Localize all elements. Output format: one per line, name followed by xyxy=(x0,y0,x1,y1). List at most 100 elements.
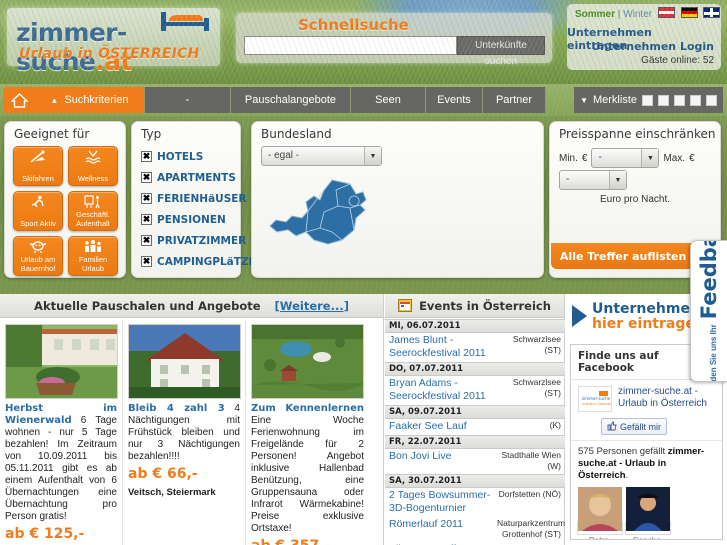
merkliste-slot[interactable] xyxy=(642,94,653,106)
price-max-select[interactable]: - ▼ xyxy=(559,170,627,190)
quick-search-input[interactable] xyxy=(244,36,457,55)
facebook-like-button[interactable]: Gefällt mir xyxy=(601,418,667,435)
tile-familien-urlaub[interactable]: Familien Urlaub xyxy=(68,236,118,276)
chevron-down-icon: ▼ xyxy=(364,147,381,165)
checkbox-checked-icon[interactable]: ✖ xyxy=(141,151,152,162)
nav-item-suchkriterien[interactable]: ▲ Suchkriterien xyxy=(35,87,145,113)
flag-at-icon[interactable] xyxy=(657,7,675,18)
event-row[interactable]: Faaker See Lauf (K) xyxy=(385,419,565,435)
checkbox-checked-icon[interactable]: ✖ xyxy=(141,172,152,183)
site-logo[interactable]: zimmer-suche.at Urlaub in ÖSTERREICH xyxy=(7,8,220,76)
facebook-face[interactable]: Petra xyxy=(577,487,623,539)
facebook-face[interactable]: Sascha xyxy=(625,487,671,539)
nav-item-seen[interactable]: Seen xyxy=(351,87,426,113)
merkliste-button[interactable]: ▼ Merkliste xyxy=(574,87,723,113)
season-summer-link[interactable]: Sommer xyxy=(575,9,615,20)
offer-card[interactable]: Bleib 4 zahl 3 4 Nächtigungen mit Frühst… xyxy=(123,319,246,545)
like-count-suffix: . xyxy=(625,470,629,481)
quick-search-button[interactable]: Unterkünfte suchen xyxy=(457,36,545,67)
season-winter-link[interactable]: Winter xyxy=(623,9,652,20)
tile-wellness[interactable]: Wellness xyxy=(68,146,118,186)
nav-label-seen: Seen xyxy=(375,94,401,106)
typ-label: PRIVATZIMMER xyxy=(157,234,247,247)
checkbox-checked-icon[interactable]: ✖ xyxy=(141,214,152,225)
checkbox-checked-icon[interactable]: ✖ xyxy=(141,235,152,246)
offer-location: Veitsch, Steiermark xyxy=(128,487,216,498)
flag-de-icon[interactable] xyxy=(680,7,698,18)
thumbs-up-icon xyxy=(607,421,617,433)
price-min-currency: € xyxy=(581,152,588,164)
price-min-max-row: Min. € - ▼ Max. € xyxy=(559,148,695,168)
nav-item-dash[interactable]: - xyxy=(145,87,231,113)
event-row[interactable]: Bryan Adams - Seerockfestival 2011 Schwa… xyxy=(385,376,565,405)
tile-skifahren[interactable]: Skifahren xyxy=(13,146,63,186)
merkliste-slot[interactable] xyxy=(706,94,717,106)
typ-option-apartments[interactable]: ✖ APARTMENTS xyxy=(141,167,256,188)
merkliste-slot[interactable] xyxy=(690,94,701,106)
panel-typ: Typ ✖ HOTELS ✖ APARTMENTS ✖ FERIENHäUSER… xyxy=(131,121,256,278)
event-row[interactable]: 2 Tages Bowsummer-3D-Bogenturnier Dorfst… xyxy=(385,488,565,517)
main-navigation: ▲ Suchkriterien - Pauschalangebote Seen … xyxy=(0,84,727,116)
bundesland-select[interactable]: - egal - ▼ xyxy=(261,146,382,166)
merkliste-slot[interactable] xyxy=(674,94,685,106)
offer-image xyxy=(128,324,241,399)
event-name[interactable]: Bryan Adams - Seerockfestival 2011 xyxy=(389,377,497,403)
event-row[interactable]: James Blunt - Seerockfestival 2011 Schwa… xyxy=(385,333,565,362)
typ-option-ferienhaeuser[interactable]: ✖ FERIENHäUSER xyxy=(141,188,256,209)
feedback-tab-content: Bitte senden Sie uns Ihr Feedback xyxy=(697,241,721,381)
event-name[interactable]: Römerlauf 2011 xyxy=(389,518,497,540)
merkliste-slot[interactable] xyxy=(658,94,669,106)
checkbox-checked-icon[interactable]: ✖ xyxy=(141,256,152,267)
chevron-down-icon: ▼ xyxy=(641,149,659,167)
nav-item-events[interactable]: Events xyxy=(426,87,483,113)
nav-home-button[interactable] xyxy=(3,87,35,113)
facebook-page-name[interactable]: zimmer-suche.at - Urlaub in Österreich xyxy=(618,386,715,412)
home-icon xyxy=(10,92,28,108)
running-icon xyxy=(14,195,62,210)
event-name[interactable]: Bon Jovi Live xyxy=(389,450,497,472)
event-place: Dorfstetten (NÖ) xyxy=(498,489,561,499)
offer-card[interactable]: Herbst im Wienerwald 6 Tage wohnen - nur… xyxy=(0,319,123,545)
page-root: zimmer-suche.at Urlaub in ÖSTERREICH Sch… xyxy=(0,0,727,545)
offer-title[interactable]: Zum Kennenlernen xyxy=(251,403,364,414)
offers-more-link[interactable]: [Weitere...] xyxy=(275,299,349,313)
guests-online-counter: Gäste online: 52 xyxy=(641,55,714,66)
typ-option-hotels[interactable]: ✖ HOTELS xyxy=(141,146,256,167)
offers-list: Herbst im Wienerwald 6 Tage wohnen - nur… xyxy=(0,319,384,545)
price-min-select[interactable]: - ▼ xyxy=(591,148,660,168)
price-unit-note: Euro pro Nacht. xyxy=(599,194,671,205)
event-row[interactable]: Bon Jovi Live Stadthalle Wien (W) xyxy=(385,449,565,474)
austria-map[interactable] xyxy=(266,175,416,260)
price-min-label: Min. xyxy=(559,152,578,164)
nav-item-partner[interactable]: Partner xyxy=(483,87,546,113)
facebook-like-count: 575 Personen gefällt zimmer-suche.at - U… xyxy=(571,440,722,484)
event-row[interactable]: Römerlauf 2011 Naturparkzentrum Grottenh… xyxy=(385,517,565,542)
banner-text: Unternehmen hier eintragen xyxy=(592,302,705,332)
event-place: Schwarzlsee (ST) xyxy=(512,377,561,398)
price-min-value: - xyxy=(598,152,602,163)
tile-sport-aktiv[interactable]: Sport Aktiv xyxy=(13,191,63,231)
panel-geeignet-fuer: Geeignet für Skifahren Wellness Sport Ak… xyxy=(4,121,126,278)
typ-option-campingplaetze[interactable]: ✖ CAMPINGPLäTZE xyxy=(141,251,256,272)
event-name[interactable]: James Blunt - Seerockfestival 2011 xyxy=(389,334,497,360)
feedback-tab[interactable]: Bitte senden Sie uns Ihr Feedback xyxy=(690,240,727,382)
offer-title[interactable]: Bleib 4 zahl 3 xyxy=(128,403,225,414)
tile-urlaub-am-bauernhof[interactable]: Urlaub am Bauernhof xyxy=(13,236,63,276)
typ-option-privatzimmer[interactable]: ✖ PRIVATZIMMER xyxy=(141,230,256,251)
tile-geschaeftl-aufenthalt[interactable]: Geschäftl. Aufenthalt xyxy=(68,191,118,231)
offer-body: Bleib 4 zahl 3 4 Nächtigungen mit Frühst… xyxy=(128,403,240,463)
checkbox-checked-icon[interactable]: ✖ xyxy=(141,193,152,204)
company-login-link[interactable]: Unternehmen Login xyxy=(591,40,714,53)
nav-label-dash: - xyxy=(185,94,190,106)
event-name[interactable]: 2 Tages Bowsummer-3D-Bogenturnier xyxy=(389,489,497,515)
price-max-label: Max. xyxy=(663,152,686,164)
offer-card[interactable]: Zum Kennenlernen Eine Woche Ferienwohnun… xyxy=(246,319,369,545)
typ-option-pensionen[interactable]: ✖ PENSIONEN xyxy=(141,209,256,230)
event-date-header: SA, 09.07.2011 xyxy=(385,405,565,419)
event-place: (K) xyxy=(549,420,561,430)
flag-uk-icon[interactable] xyxy=(703,7,721,18)
calendar-icon xyxy=(398,299,413,312)
tile-label: Skifahren xyxy=(22,173,54,183)
nav-item-pauschalangebote[interactable]: Pauschalangebote xyxy=(231,87,351,113)
event-name[interactable]: Faaker See Lauf xyxy=(389,420,497,433)
